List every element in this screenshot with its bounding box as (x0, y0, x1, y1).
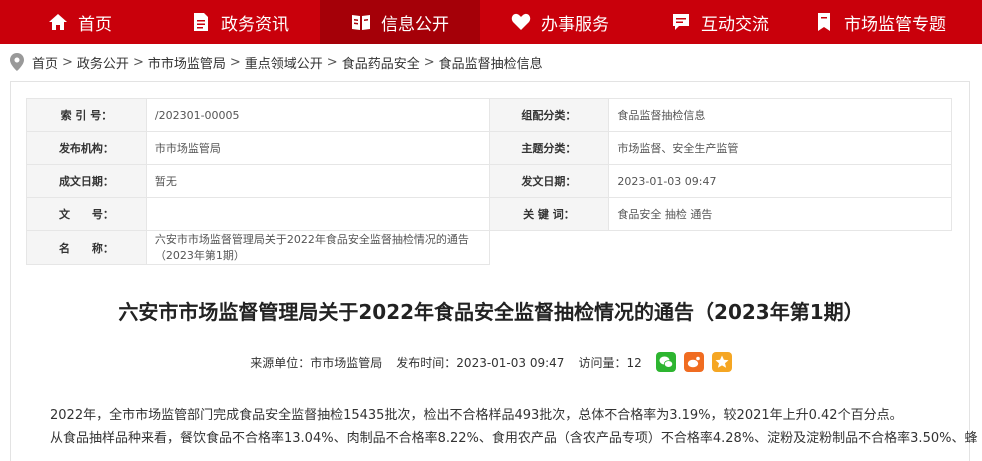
location-pin-icon (10, 53, 24, 71)
topic-label: 主题分类： (488, 131, 610, 165)
top-nav: 首页 政务资讯 信息公开 办事服务 互动交流 市场监管专题 (0, 0, 982, 44)
nav-item-info-disclosure[interactable]: 信息公开 (320, 0, 480, 44)
nav-item-market-topics[interactable]: 市场监管专题 (800, 0, 960, 44)
breadcrumb-separator: > (326, 54, 338, 70)
breadcrumb: 首页 > 政务公开 > 市市场监管局 > 重点领域公开 > 食品药品安全 > 食… (10, 52, 543, 72)
document-number-value (145, 197, 490, 231)
publisher-label: 发布机构： (26, 131, 147, 165)
doc-name-label: 名 称： (26, 230, 147, 265)
category-value: 食品监督抽检信息 (608, 98, 952, 132)
nav-item-label: 信息公开 (381, 14, 449, 35)
issued-date-label: 发文日期： (488, 164, 610, 198)
category-label: 组配分类： (488, 98, 610, 132)
nav-item-interaction[interactable]: 互动交流 (640, 0, 800, 44)
issued-date-value: 2023-01-03 09:47 (608, 164, 952, 198)
breadcrumb-food-drug-safety[interactable]: 食品药品安全 (342, 53, 420, 72)
publish-time: 发布时间：2023-01-03 09:47 (396, 355, 565, 370)
breadcrumb-separator: > (132, 54, 144, 70)
document-meta-table: 索 引 号： /202301-00005 组配分类： 食品监督抽检信息 发布机构… (26, 98, 952, 265)
nav-item-label: 首页 (78, 14, 112, 35)
created-date-value: 暂无 (145, 164, 490, 198)
bookmark-icon (814, 12, 834, 32)
page-title: 六安市市场监督管理局关于2022年食品安全监督抽检情况的通告（2023年第1期） (118, 300, 864, 324)
chat-icon (671, 12, 691, 32)
keywords-label: 关 键 词： (488, 197, 610, 231)
weibo-share-icon[interactable] (683, 352, 704, 372)
index-number-value: /202301-00005 (145, 98, 490, 132)
favorite-star-icon[interactable] (711, 352, 732, 372)
doc-name-line1: 六安市市场监督管理局关于2022年食品安全监督抽检情况的通告 (154, 233, 469, 246)
heart-icon (511, 12, 531, 32)
nav-item-home[interactable]: 首页 (0, 0, 160, 44)
nav-item-services[interactable]: 办事服务 (480, 0, 640, 44)
document-icon (191, 12, 211, 32)
nav-item-news[interactable]: 政务资讯 (160, 0, 320, 44)
wechat-share-icon[interactable] (655, 352, 676, 372)
breadcrumb-separator: > (423, 54, 435, 70)
home-icon (48, 12, 68, 32)
breadcrumb-bureau[interactable]: 市市场监管局 (148, 53, 226, 72)
index-number-label: 索 引 号： (26, 98, 147, 132)
paragraph: 2022年，全市市场监管部门完成食品安全监督抽检15435批次，检出不合格样品4… (50, 408, 903, 423)
article-body: 2022年，全市市场监管部门完成食品安全监督抽检15435批次，检出不合格样品4… (50, 404, 982, 450)
nav-item-label: 政务资讯 (221, 14, 289, 35)
publisher-value: 市市场监管局 (145, 131, 490, 165)
nav-item-label: 互动交流 (701, 14, 769, 35)
breadcrumb-gov-open[interactable]: 政务公开 (77, 53, 129, 72)
paragraph: 从食品抽样品种来看，餐饮食品不合格率13.04%、肉制品不合格率8.22%、食用… (50, 431, 978, 446)
nav-item-label: 市场监管专题 (844, 14, 946, 35)
breadcrumb-separator: > (62, 54, 73, 70)
breadcrumb-separator: > (229, 54, 241, 70)
book-icon (351, 12, 371, 32)
breadcrumb-current[interactable]: 食品监督抽检信息 (439, 53, 543, 72)
document-number-label: 文 号： (26, 197, 147, 231)
keywords-value: 食品安全 抽检 通告 (608, 197, 952, 231)
created-date-label: 成文日期： (26, 164, 147, 198)
doc-name-line2: （2023年第1期） (154, 249, 245, 262)
source-unit: 来源单位：市市场监管局 (250, 355, 383, 370)
topic-value: 市场监督、安全生产监管 (608, 131, 952, 165)
nav-item-label: 办事服务 (541, 14, 609, 35)
article-info-bar: 来源单位：市市场监管局 发布时间：2023-01-03 09:47 访问量：12 (0, 352, 982, 372)
doc-name-value: 六安市市场监督管理局关于2022年食品安全监督抽检情况的通告 （2023年第1期… (145, 230, 490, 265)
breadcrumb-home[interactable]: 首页 (32, 53, 58, 72)
breadcrumb-key-areas[interactable]: 重点领域公开 (245, 53, 323, 72)
view-count: 访问量：12 (578, 355, 642, 370)
